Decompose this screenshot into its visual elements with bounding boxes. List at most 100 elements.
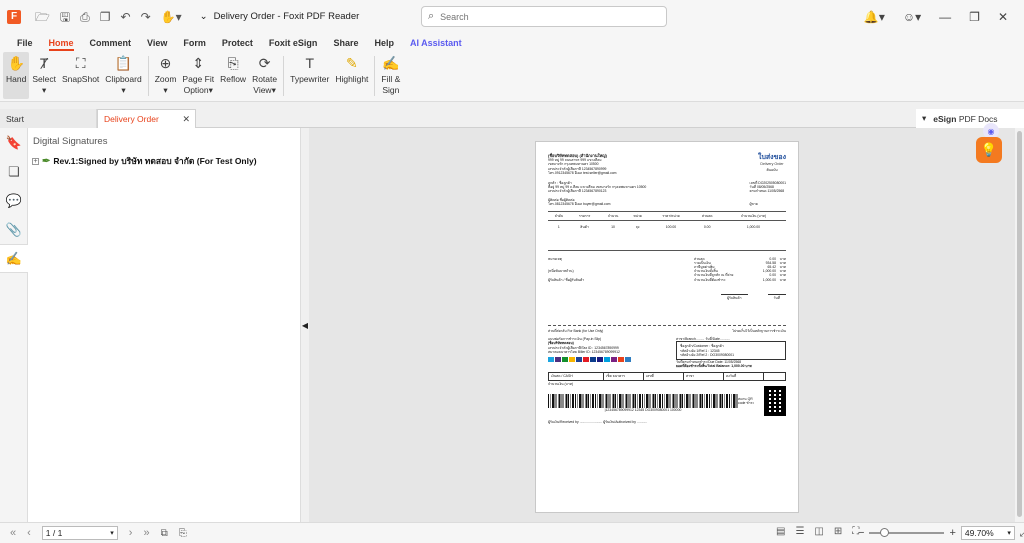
digital-signatures-panel: Digital Signatures + ✒ Rev.1:Signed by บ… xyxy=(28,128,300,522)
scrollbar-thumb[interactable] xyxy=(1017,131,1022,517)
chevron-down-icon: ▾ xyxy=(208,85,213,95)
menu-share[interactable]: Share xyxy=(325,33,366,52)
chevron-down-icon: ▾ xyxy=(121,85,126,95)
search-icon: ⌕ xyxy=(428,10,435,22)
title-bar: F 🗁 🖫 ⎙ ❐ ↶ ↷ ✋▾ ⌄ Delivery Order - Foxi… xyxy=(0,0,1024,33)
snapshot-button[interactable]: ⛶ SnapShot xyxy=(59,52,102,99)
copy-page-icon[interactable]: ⧉ xyxy=(161,528,168,539)
open-folder-icon[interactable]: 🗁 xyxy=(35,11,50,23)
save-icon[interactable]: 🖫 xyxy=(60,11,70,23)
snapshot-icon: ⛶ xyxy=(75,54,86,71)
zoom-out-icon[interactable]: − xyxy=(858,527,864,539)
expand-icon[interactable]: ⤢ xyxy=(1020,528,1024,539)
notification-bell-icon[interactable]: 🔔▾ xyxy=(864,10,885,24)
single-page-icon[interactable]: ▤ xyxy=(776,526,785,537)
page-number-field[interactable]: 1 / 1 ▾ xyxy=(41,526,118,540)
menu-view[interactable]: View xyxy=(139,33,175,52)
esign-panel-toggle[interactable]: ▾ eSign PDF Docs xyxy=(916,109,1024,128)
search-box[interactable]: ⌕ xyxy=(421,6,667,27)
copy-icon[interactable]: ❐ xyxy=(100,11,111,23)
redo-icon[interactable]: ↷ xyxy=(141,11,151,23)
signature-entry[interactable]: + ✒ Rev.1:Signed by บริษัท ทดสอบ จำกัด (… xyxy=(32,154,300,168)
page-fit-option-button[interactable]: ⇕ Page Fit Option▾ xyxy=(179,52,217,99)
view-mode-buttons: ▤ ☰ ◫ ⊞ ⛶ xyxy=(776,526,859,537)
close-tab-icon[interactable]: ✕ xyxy=(182,114,190,125)
menu-bar: File Home Comment View Form Protect Foxi… xyxy=(0,33,1024,52)
chevron-down-icon[interactable]: ⌄ xyxy=(200,11,208,22)
menu-form[interactable]: Form xyxy=(175,33,214,52)
typewriter-icon: T xyxy=(305,54,314,71)
fill-sign-button[interactable]: ✍ Fill & Sign xyxy=(378,52,403,99)
hand-icon: ✋ xyxy=(7,54,25,71)
continuous-facing-icon[interactable]: ⊞ xyxy=(834,526,842,537)
page-fit-icon: ⇕ xyxy=(192,54,205,71)
chevron-down-icon[interactable]: ▾ xyxy=(1007,529,1011,537)
reflow-button[interactable]: ⎘ Reflow xyxy=(217,52,249,99)
facing-page-icon[interactable]: ◫ xyxy=(814,526,823,537)
window-controls: 🔔▾ ☺▾ — ❐ ✕ xyxy=(864,0,1024,33)
highlight-button[interactable]: ✎ Highlight xyxy=(332,52,371,99)
chevron-down-icon[interactable]: ▾ xyxy=(110,529,114,537)
document-meta: เลขที่ DO202505080001 วันที่ 08/05/2568 … xyxy=(749,181,786,207)
bookmark-icon[interactable]: 🔖 xyxy=(0,128,28,157)
chevron-down-icon[interactable]: ▾ xyxy=(922,113,926,124)
menu-help[interactable]: Help xyxy=(366,33,402,52)
signature-lines: ผู้รับสินค้า วันที่ xyxy=(548,293,786,301)
menu-ai-assistant[interactable]: AI Assistant xyxy=(402,33,470,52)
print-icon[interactable]: ⎙ xyxy=(80,11,90,23)
pages-icon[interactable]: ❏ xyxy=(0,157,28,186)
window-title: ⌄ Delivery Order - Foxit PDF Reader xyxy=(200,11,360,22)
panel-collapse-handle[interactable]: ◀ xyxy=(300,128,309,522)
first-page-icon[interactable]: « xyxy=(10,527,16,539)
next-page-icon[interactable]: › xyxy=(129,527,133,539)
select-tool-button[interactable]: Ⱦ Select ▾ xyxy=(29,52,59,99)
panel-title: Digital Signatures xyxy=(33,136,108,147)
last-page-icon[interactable]: » xyxy=(143,527,149,539)
vertical-scrollbar[interactable] xyxy=(1015,128,1024,522)
menu-home[interactable]: Home xyxy=(41,33,82,52)
expand-icon[interactable]: + xyxy=(32,157,39,165)
continuous-page-icon[interactable]: ☰ xyxy=(795,526,804,537)
rotate-view-button[interactable]: ⟳ Rotate View▾ xyxy=(249,52,280,99)
reflow-icon: ⎘ xyxy=(227,54,239,71)
hand-tool-icon[interactable]: ✋▾ xyxy=(161,11,182,23)
undo-icon[interactable]: ↶ xyxy=(121,11,131,23)
page-navigation: « ‹ 1 / 1 ▾ › » ⧉ ⎘ xyxy=(0,526,187,540)
restore-icon[interactable]: ❐ xyxy=(969,10,980,24)
menu-protect[interactable]: Protect xyxy=(214,33,261,52)
cut-line: ส่วนที่ส่งกลับ For Bank (for Use Only) โ… xyxy=(548,325,786,333)
clipboard-button[interactable]: 📋 Clipboard ▾ xyxy=(102,52,144,99)
search-input[interactable] xyxy=(440,11,641,22)
pay-in-slip: แบบฟอร์มการชำระเงิน (Pay-in Slip) (ชื่อบ… xyxy=(548,337,786,368)
tab-start[interactable]: Start xyxy=(0,109,97,128)
totals-section: หมายเหตุ (หนึ่งพันบาทถ้วน) ผู้รับสินค้า … xyxy=(548,249,786,282)
account-icon[interactable]: ☺▾ xyxy=(903,10,921,24)
menu-comment[interactable]: Comment xyxy=(82,33,140,52)
tips-lightbulb-icon[interactable]: 💡 xyxy=(976,137,1002,163)
minimize-icon[interactable]: — xyxy=(939,10,951,24)
zoom-in-icon[interactable]: + xyxy=(949,527,955,539)
extract-page-icon[interactable]: ⎘ xyxy=(179,528,187,539)
table-row: 1 สินค้า 10 ถุง 100.00 0.00 1,000.00 xyxy=(557,225,761,230)
quick-access-toolbar: 🗁 🖫 ⎙ ❐ ↶ ↷ ✋▾ xyxy=(35,11,182,23)
navigation-rail: 🔖 ❏ 💬 📎 ✍ xyxy=(0,128,28,522)
comments-icon[interactable]: 💬 xyxy=(0,186,28,215)
menu-foxit-esign[interactable]: Foxit eSign xyxy=(261,33,326,52)
tab-delivery-order[interactable]: Delivery Order ✕ xyxy=(97,109,196,128)
attachments-icon[interactable]: 📎 xyxy=(0,215,28,244)
qr-code xyxy=(763,385,786,416)
zoom-slider[interactable] xyxy=(869,528,945,537)
typewriter-button[interactable]: T Typewriter xyxy=(287,52,332,99)
menu-file[interactable]: File xyxy=(9,33,41,52)
zoom-percent-field[interactable]: 49.70% ▾ xyxy=(960,526,1015,540)
document-viewport[interactable]: (ชื่อบริษัททดสอบ) (สำนักงานใหญ่) 999 หมู… xyxy=(309,128,1024,522)
zoom-button[interactable]: ⊕ Zoom ▾ xyxy=(152,52,180,99)
rotate-icon: ⟳ xyxy=(258,54,271,71)
hand-tool-button[interactable]: ✋ Hand xyxy=(3,52,30,99)
signature-panel-icon[interactable]: ✍ xyxy=(0,244,28,273)
previous-page-icon[interactable]: ‹ xyxy=(27,527,31,539)
caret-left-icon[interactable]: ◀ xyxy=(302,321,308,330)
zoom-slider-knob[interactable] xyxy=(880,528,890,537)
chevron-down-icon: ▾ xyxy=(163,85,168,95)
close-icon[interactable]: ✕ xyxy=(998,10,1008,24)
